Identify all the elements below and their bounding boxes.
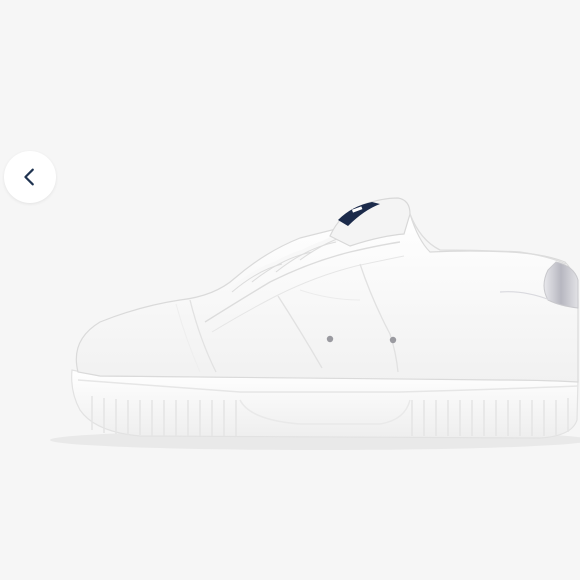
previous-image-button[interactable] (4, 151, 56, 203)
product-gallery (0, 0, 580, 580)
chevron-left-icon (24, 168, 34, 186)
product-image-white-sneaker (50, 197, 580, 450)
